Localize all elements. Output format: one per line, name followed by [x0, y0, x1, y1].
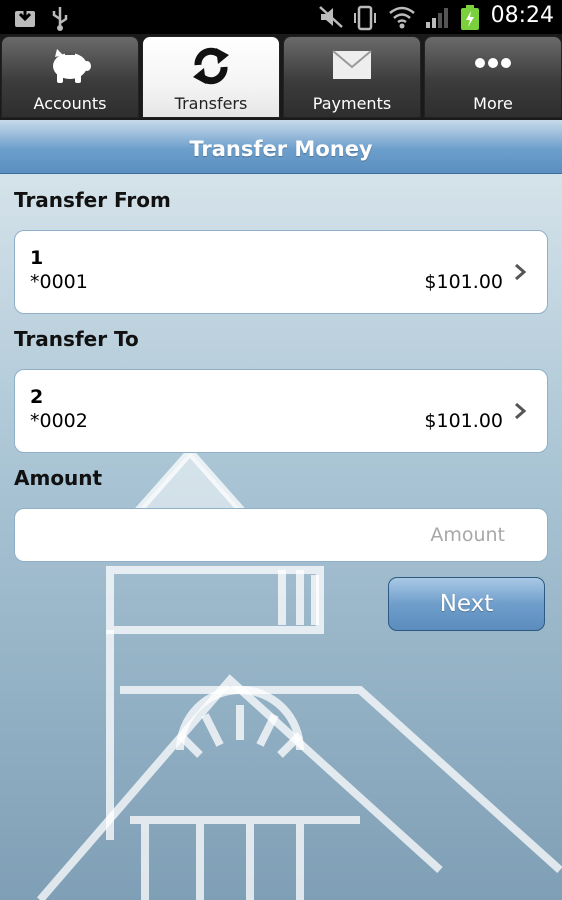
tab-accounts-label: Accounts	[33, 94, 107, 113]
from-account-balance: $101.00	[424, 271, 503, 293]
tab-accounts[interactable]: Accounts	[1, 36, 139, 118]
envelope-icon	[332, 50, 372, 79]
piggy-bank-icon	[53, 49, 91, 83]
transfer-arrows-icon	[193, 47, 229, 85]
to-account-number: *0002	[30, 410, 88, 432]
status-bar: 08:24	[0, 0, 562, 34]
mute-icon	[319, 6, 343, 28]
to-account-balance: $101.00	[424, 410, 503, 432]
tab-payments[interactable]: Payments	[283, 36, 421, 118]
chevron-right-icon	[515, 402, 527, 420]
transfer-to-selector[interactable]: 2 *0002 $101.00	[14, 369, 548, 453]
transfer-from-selector[interactable]: 1 *0001 $101.00	[14, 230, 548, 314]
amount-field[interactable]	[14, 508, 548, 562]
transfer-from-label: Transfer From	[14, 188, 171, 212]
next-button[interactable]: Next	[388, 577, 545, 631]
vibrate-icon	[354, 5, 376, 31]
tab-more-label: More	[473, 94, 513, 113]
amount-label: Amount	[14, 466, 103, 490]
tab-transfers[interactable]: Transfers	[142, 36, 280, 118]
status-time: 08:24	[490, 3, 554, 28]
transfer-to-label: Transfer To	[14, 327, 139, 351]
more-dots-icon	[475, 58, 511, 68]
tab-more[interactable]: More	[424, 36, 562, 118]
download-icon	[15, 7, 35, 27]
tab-transfers-label: Transfers	[174, 94, 248, 113]
usb-icon	[52, 7, 68, 31]
from-account-number: *0001	[30, 271, 88, 293]
to-account-name: 2	[30, 386, 44, 408]
page-title: Transfer Money	[189, 137, 373, 161]
wifi-icon	[389, 6, 415, 29]
tab-payments-label: Payments	[312, 94, 392, 113]
content-area: Transfer Money Transfer From 1 *0001 $10…	[0, 120, 562, 900]
tab-bar: Accounts Transfers Payments More	[0, 34, 562, 120]
signal-icon	[426, 8, 448, 28]
from-account-name: 1	[30, 247, 44, 269]
battery-charging-icon	[461, 5, 479, 30]
chevron-right-icon	[515, 263, 527, 281]
page-header: Transfer Money	[0, 120, 562, 174]
